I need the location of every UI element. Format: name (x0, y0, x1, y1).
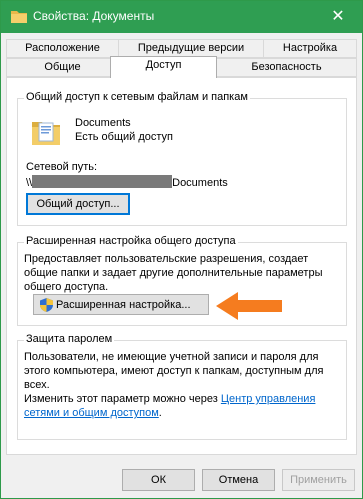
folder-share-status: Есть общий доступ (75, 131, 174, 143)
group-title: Расширенная настройка общего доступа (24, 235, 238, 247)
network-sharing-group: Общий доступ к сетевым файлам и папкам D… (17, 91, 347, 226)
password-description: Пользователи, не имеющие учетной записи … (24, 351, 324, 391)
link-suffix: . (158, 407, 162, 419)
tab-general[interactable]: Общие (6, 58, 119, 77)
group-title: Защита паролем (24, 333, 115, 345)
advanced-sharing-group: Расширенная настройка общего доступа Пре… (17, 235, 347, 326)
shield-icon (40, 298, 53, 312)
redacted-host (32, 175, 173, 188)
advanced-sharing-button[interactable]: Расширенная настройка... (33, 294, 209, 315)
tab-customize[interactable]: Настройка (263, 39, 357, 58)
advanced-description: Предоставляет пользовательские разрешени… (24, 253, 323, 293)
tab-sharing[interactable]: Доступ (110, 56, 217, 78)
shared-folder-icon (32, 122, 60, 145)
close-button[interactable]: ✕ (316, 1, 360, 33)
group-title: Общий доступ к сетевым файлам и папкам (24, 91, 250, 103)
network-path-suffix: Documents (172, 177, 228, 189)
folder-icon (11, 11, 27, 23)
tab-location[interactable]: Расположение (6, 39, 119, 58)
password-protection-group: Защита паролем Пользователи, не имеющие … (17, 333, 347, 440)
network-path-value[interactable]: \\ Documents (26, 175, 228, 190)
ok-button[interactable]: ОК (122, 469, 195, 491)
title-bar[interactable]: Свойства: Документы ✕ (1, 1, 362, 33)
properties-window: Свойства: Документы ✕ Расположение Преды… (0, 0, 363, 499)
sharing-panel: Общий доступ к сетевым файлам и папкам D… (6, 77, 357, 455)
apply-button[interactable]: Применить (282, 469, 355, 491)
share-button[interactable]: Общий доступ... (26, 193, 130, 215)
network-path-label: Сетевой путь: (26, 161, 98, 173)
window-title: Свойства: Документы (33, 9, 155, 23)
password-change-text: Изменить этот параметр можно через Центр… (24, 392, 340, 420)
advanced-sharing-label: Расширенная настройка... (56, 299, 191, 311)
change-text: Изменить этот параметр можно через (24, 393, 221, 405)
arrow-annotation-icon (216, 292, 282, 320)
cancel-button[interactable]: Отмена (202, 469, 275, 491)
tab-security[interactable]: Безопасность (216, 58, 357, 77)
folder-name: Documents (75, 117, 131, 129)
